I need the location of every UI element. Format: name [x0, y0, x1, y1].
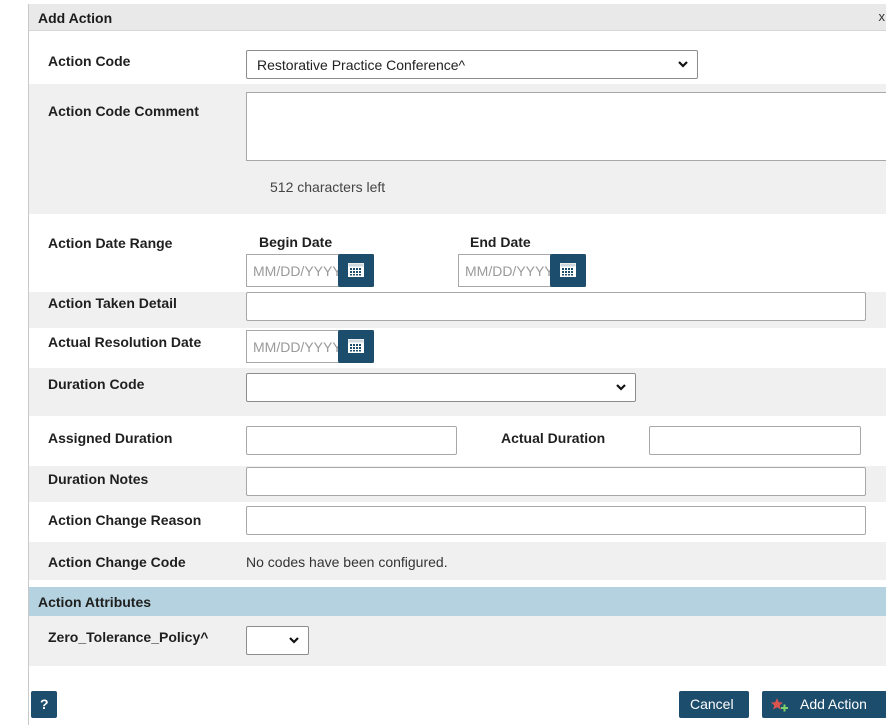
action-code-value: Restorative Practice Conference^: [257, 57, 466, 73]
assigned-duration-label: Assigned Duration: [48, 430, 173, 446]
begin-date-label: Begin Date: [259, 234, 333, 250]
chevron-down-icon: [616, 384, 626, 391]
actual-resolution-date-placeholder: MM/DD/YYYY: [253, 339, 342, 355]
zero-tolerance-select[interactable]: [246, 626, 309, 655]
action-taken-detail-input[interactable]: [246, 292, 866, 321]
duration-code-select[interactable]: [246, 373, 636, 402]
help-button[interactable]: ?: [31, 691, 57, 718]
duration-row: Assigned Duration Actual Duration: [29, 416, 886, 466]
action-attributes-title: Action Attributes: [38, 594, 152, 610]
actual-resolution-date-label: Actual Resolution Date: [48, 334, 202, 350]
add-action-icon: [771, 698, 788, 712]
action-change-code-label: Action Change Code: [48, 554, 186, 570]
characters-left-text: 512 characters left: [270, 179, 386, 195]
help-button-label: ?: [40, 696, 49, 712]
zero-tolerance-label: Zero_Tolerance_Policy^: [48, 629, 209, 645]
add-action-dialog: Add Action x Action Code Restorative Pra…: [28, 4, 886, 725]
action-change-code-row: Action Change Code No codes have been co…: [29, 542, 886, 580]
actual-resolution-date-row: Actual Resolution Date MM/DD/YYYY: [29, 328, 886, 368]
cancel-button[interactable]: Cancel: [679, 691, 749, 718]
action-taken-detail-label: Action Taken Detail: [48, 295, 177, 311]
add-action-button[interactable]: Add Action: [762, 691, 886, 718]
begin-date-input[interactable]: MM/DD/YYYY: [246, 254, 374, 287]
actual-resolution-calendar-button[interactable]: [338, 330, 374, 363]
close-icon[interactable]: x: [879, 9, 886, 24]
duration-code-label: Duration Code: [48, 376, 145, 392]
duration-notes-row: Duration Notes: [29, 466, 886, 502]
end-date-label: End Date: [470, 234, 531, 250]
calendar-icon: [560, 263, 576, 277]
action-date-range-label: Action Date Range: [48, 235, 173, 251]
actual-resolution-date-input[interactable]: MM/DD/YYYY: [246, 330, 374, 363]
dialog-title-bar: Add Action x: [29, 4, 886, 31]
duration-notes-label: Duration Notes: [48, 471, 149, 487]
action-code-comment-row: Action Code Comment 512 characters left: [29, 84, 886, 214]
chevron-down-icon: [289, 637, 299, 644]
action-change-code-value: No codes have been configured.: [246, 554, 448, 570]
cancel-button-label: Cancel: [690, 696, 734, 712]
duration-notes-input[interactable]: [246, 467, 866, 496]
actual-duration-input[interactable]: [649, 426, 861, 455]
action-attributes-header: Action Attributes: [29, 587, 886, 616]
zero-tolerance-row: Zero_Tolerance_Policy^: [29, 616, 886, 666]
begin-date-calendar-button[interactable]: [338, 254, 374, 287]
chevron-down-icon: [678, 61, 688, 68]
actual-duration-label: Actual Duration: [501, 430, 606, 446]
end-date-calendar-button[interactable]: [550, 254, 586, 287]
action-code-comment-textarea[interactable]: [246, 92, 886, 161]
action-change-reason-row: Action Change Reason: [29, 502, 886, 542]
action-change-reason-label: Action Change Reason: [48, 512, 202, 528]
action-change-reason-input[interactable]: [246, 506, 866, 535]
action-code-row: Action Code Restorative Practice Confere…: [29, 32, 886, 84]
duration-code-row: Duration Code: [29, 368, 886, 416]
calendar-icon: [348, 263, 364, 277]
dialog-footer: ? Cancel Add Action: [29, 691, 886, 721]
end-date-input[interactable]: MM/DD/YYYY: [458, 254, 586, 287]
end-date-placeholder: MM/DD/YYYY: [465, 263, 554, 279]
action-taken-detail-row: Action Taken Detail: [29, 292, 886, 328]
assigned-duration-input[interactable]: [246, 426, 457, 455]
dialog-title: Add Action: [38, 10, 113, 26]
action-code-comment-label: Action Code Comment: [48, 103, 199, 119]
action-date-range-row: Action Date Range Begin Date End Date MM…: [29, 214, 886, 292]
begin-date-placeholder: MM/DD/YYYY: [253, 263, 342, 279]
action-code-select[interactable]: Restorative Practice Conference^: [246, 50, 698, 79]
calendar-icon: [348, 339, 364, 353]
action-code-label: Action Code: [48, 53, 131, 69]
add-action-button-label: Add Action: [800, 696, 867, 712]
